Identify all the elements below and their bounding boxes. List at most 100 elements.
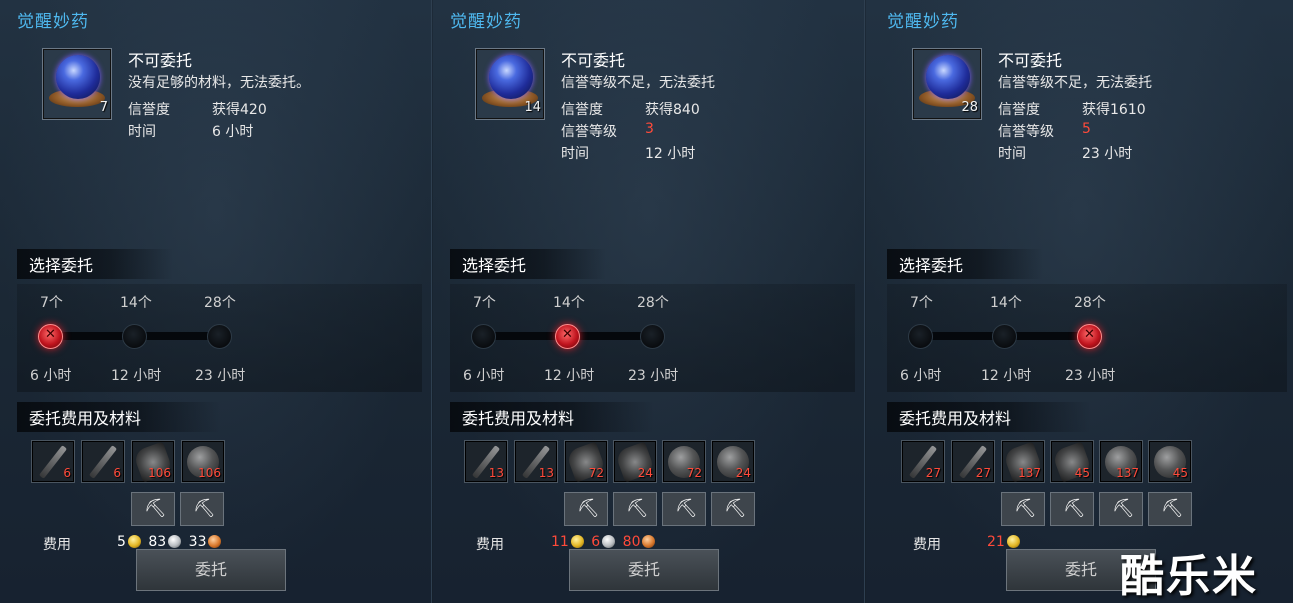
option-node-selected[interactable]	[1077, 324, 1102, 349]
item-count: 28	[961, 100, 978, 115]
material-slot[interactable]: 72	[564, 440, 608, 483]
status-reason: 没有足够的材料，无法委托。	[128, 75, 310, 91]
tool-slot[interactable]: ⛏	[662, 492, 706, 526]
material-slot[interactable]: 24	[711, 440, 755, 483]
cost-copper: 80	[622, 534, 641, 550]
material-slot[interactable]: 27	[951, 440, 995, 483]
silver-coin-icon	[168, 535, 182, 548]
status-title: 不可委托	[561, 51, 626, 70]
tool-slot[interactable]: ⛏	[564, 492, 608, 526]
material-slot[interactable]: 45	[1148, 440, 1192, 483]
material-slot[interactable]: 27	[901, 440, 945, 483]
info-label: 信誉等级	[561, 124, 617, 140]
gold-coin-icon	[570, 535, 584, 548]
option-time: 23 小时	[628, 368, 679, 384]
info-value: 12 小时	[645, 146, 696, 162]
cost-gold: 11	[551, 534, 569, 550]
info-label: 信誉等级	[998, 124, 1054, 140]
tool-slot[interactable]: ⛏	[131, 492, 175, 526]
option-node-selected[interactable]	[38, 324, 63, 349]
option-node-selected[interactable]	[555, 324, 580, 349]
pick-tool-icon: ⛏	[724, 498, 747, 519]
tool-slot[interactable]: ⛏	[1001, 492, 1045, 526]
commission-button[interactable]: 委托	[136, 549, 286, 591]
material-count: 137	[1018, 466, 1041, 480]
material-slot[interactable]: 106	[131, 440, 175, 483]
material-slot[interactable]: 137	[1099, 440, 1143, 483]
material-slot[interactable]: 45	[1050, 440, 1094, 483]
material-count: 24	[735, 466, 751, 480]
info-label: 时间	[128, 124, 156, 140]
commission-panel-7: 觉醒妙药 7 不可委托 没有足够的材料，无法委托。 信誉度 获得420 时间 6…	[0, 0, 432, 603]
material-count: 24	[637, 466, 653, 480]
option-node[interactable]	[908, 324, 933, 349]
info-value: 23 小时	[1082, 146, 1133, 162]
pick-tool-icon: ⛏	[577, 498, 600, 519]
option-qty: 7个	[473, 295, 496, 311]
tool-slot[interactable]: ⛏	[711, 492, 755, 526]
material-count: 45	[1172, 466, 1188, 480]
awakening-potion-orb-icon	[56, 55, 100, 99]
material-slot[interactable]: 6	[31, 440, 75, 483]
info-label: 时间	[561, 146, 589, 162]
commission-panel-28: 觉醒妙药 28 不可委托 信誉等级不足，无法委托 信誉度 获得1610 信誉等级…	[866, 0, 1293, 603]
material-slot[interactable]: 13	[464, 440, 508, 483]
cost-values: 11 6 80	[551, 534, 658, 550]
panel-title: 觉醒妙药	[450, 12, 522, 32]
copper-coin-icon	[642, 535, 656, 548]
cost-label: 费用	[913, 537, 941, 553]
cost-silver: 6	[591, 534, 601, 550]
tool-slot[interactable]: ⛏	[180, 492, 224, 526]
cost-gold: 21	[987, 534, 1005, 550]
status-title: 不可委托	[998, 51, 1063, 70]
option-qty: 28个	[637, 295, 669, 311]
info-value: 获得840	[645, 102, 700, 118]
item-count: 7	[99, 100, 108, 115]
material-count: 106	[148, 466, 171, 480]
cost-gold: 5	[117, 534, 126, 550]
material-slot[interactable]: 13	[514, 440, 558, 483]
material-count: 6	[113, 466, 121, 480]
gold-coin-icon	[127, 535, 141, 548]
item-slot[interactable]: 7	[42, 48, 112, 120]
material-slot[interactable]: 137	[1001, 440, 1045, 483]
info-value: 获得1610	[1082, 102, 1146, 118]
option-node[interactable]	[207, 324, 232, 349]
material-count: 137	[1116, 466, 1139, 480]
site-watermark: 酷乐米	[1120, 551, 1258, 602]
cost-label: 费用	[476, 537, 504, 553]
commission-panel-14: 觉醒妙药 14 不可委托 信誉等级不足，无法委托 信誉度 获得840 信誉等级 …	[433, 0, 865, 603]
material-slot[interactable]: 106	[181, 440, 225, 483]
tool-slot[interactable]: ⛏	[1148, 492, 1192, 526]
tool-slot[interactable]: ⛏	[1050, 492, 1094, 526]
option-qty: 28个	[1074, 295, 1106, 311]
material-count: 27	[925, 466, 941, 480]
material-slot[interactable]: 72	[662, 440, 706, 483]
option-node[interactable]	[471, 324, 496, 349]
select-commission-heading: 选择委托	[450, 249, 607, 279]
option-time: 6 小时	[30, 368, 72, 384]
option-qty: 14个	[553, 295, 585, 311]
copper-coin-icon	[208, 535, 222, 548]
status-reason: 信誉等级不足，无法委托	[561, 75, 715, 91]
info-value: 3	[645, 121, 654, 137]
option-node[interactable]	[122, 324, 147, 349]
material-count: 13	[538, 466, 554, 480]
tool-slot[interactable]: ⛏	[1099, 492, 1143, 526]
info-label: 时间	[998, 146, 1026, 162]
material-slot[interactable]: 24	[613, 440, 657, 483]
material-slot[interactable]: 6	[81, 440, 125, 483]
item-slot[interactable]: 28	[912, 48, 982, 120]
silver-coin-icon	[602, 535, 616, 548]
item-slot[interactable]: 14	[475, 48, 545, 120]
tool-slot[interactable]: ⛏	[613, 492, 657, 526]
commission-button[interactable]: 委托	[569, 549, 719, 591]
cost-label: 费用	[43, 537, 71, 553]
option-node[interactable]	[640, 324, 665, 349]
screen: 觉醒妙药 7 不可委托 没有足够的材料，无法委托。 信誉度 获得420 时间 6…	[0, 0, 1293, 603]
option-qty: 7个	[40, 295, 63, 311]
option-qty: 28个	[204, 295, 236, 311]
material-count: 13	[488, 466, 504, 480]
info-value: 5	[1082, 121, 1091, 137]
option-node[interactable]	[992, 324, 1017, 349]
